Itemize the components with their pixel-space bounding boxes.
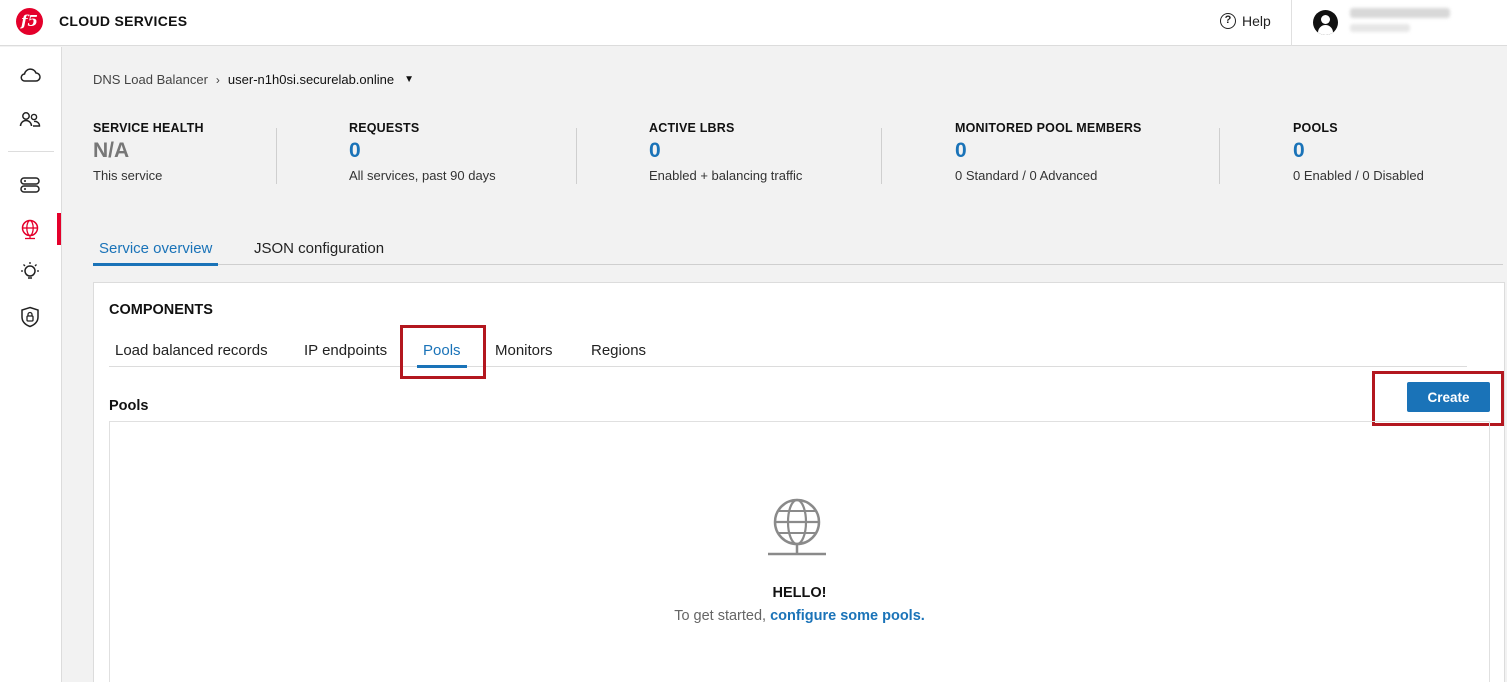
- help-icon: ?: [1220, 13, 1236, 29]
- sidebar-divider: [8, 151, 54, 152]
- create-pool-button[interactable]: Create: [1407, 382, 1490, 412]
- bulb-icon: [21, 262, 39, 279]
- components-panel: COMPONENTS Load balanced records IP endp…: [93, 282, 1505, 682]
- tab-monitors[interactable]: Monitors: [489, 342, 559, 365]
- user-org-blurred: [1350, 24, 1410, 32]
- main-tabs: Service overview JSON configuration: [93, 236, 1503, 266]
- help-label: Help: [1242, 13, 1271, 29]
- sidebar-item-insights[interactable]: [0, 255, 60, 289]
- stat-value[interactable]: 0: [1293, 140, 1424, 162]
- stat-sub: 0 Standard / 0 Advanced: [955, 168, 1098, 183]
- stat-sub: Enabled + balancing traffic: [649, 168, 803, 183]
- chevron-right-icon: ›: [215, 72, 220, 87]
- stat-value[interactable]: 0: [349, 140, 496, 162]
- stat-label: POOLS: [1293, 121, 1338, 135]
- sidebar-item-servers[interactable]: [0, 168, 60, 202]
- components-tabs: Load balanced records IP endpoints Pools…: [109, 335, 1467, 368]
- stat-value[interactable]: 0: [649, 140, 802, 162]
- tab-json-configuration[interactable]: JSON configuration: [248, 240, 390, 263]
- caret-down-icon[interactable]: ▼: [404, 74, 414, 85]
- stat-value: N/A: [93, 139, 130, 162]
- user-separator: [1291, 0, 1292, 46]
- user-avatar-icon[interactable]: [1313, 10, 1338, 35]
- components-title: COMPONENTS: [109, 302, 213, 318]
- tab-load-balanced-records[interactable]: Load balanced records: [109, 342, 274, 365]
- stat-label: ACTIVE LBRS: [649, 121, 735, 135]
- stat-value[interactable]: 0: [955, 140, 1142, 162]
- empty-state-title: HELLO!: [772, 585, 827, 601]
- configure-pools-link[interactable]: configure some pools.: [770, 608, 925, 624]
- user-name-blurred[interactable]: [1350, 8, 1450, 18]
- stat-requests: REQUESTS 0 All services, past 90 days: [349, 121, 496, 183]
- sidebar: [0, 47, 62, 682]
- stat-active-lbrs: ACTIVE LBRS 0 Enabled + balancing traffi…: [649, 121, 802, 183]
- top-bar: f5 CLOUD SERVICES ? Help: [0, 0, 1507, 46]
- stat-label: SERVICE HEALTH: [93, 121, 204, 135]
- sidebar-item-dns[interactable]: [0, 212, 61, 246]
- empty-state-hint: To get started, configure some pools.: [110, 608, 1489, 624]
- breadcrumb-root[interactable]: DNS Load Balancer: [93, 72, 208, 87]
- help-link[interactable]: ? Help: [1220, 13, 1271, 29]
- cloud-icon: [20, 68, 41, 82]
- breadcrumb-current: user-n1h0si.securelab.online: [227, 72, 395, 87]
- sidebar-item-security[interactable]: [0, 300, 60, 334]
- server-icon: [20, 177, 40, 193]
- f5-logo[interactable]: f5: [16, 8, 43, 35]
- stat-sub: 0 Enabled / 0 Disabled: [1293, 168, 1424, 183]
- empty-state-text: To get started,: [674, 608, 767, 624]
- pools-section-title: Pools: [109, 398, 149, 414]
- stat-divider: [276, 128, 277, 184]
- stat-label: REQUESTS: [349, 121, 420, 135]
- users-icon: [19, 112, 41, 127]
- brand-title: CLOUD SERVICES: [59, 13, 188, 29]
- tab-ip-endpoints[interactable]: IP endpoints: [298, 342, 393, 365]
- shield-lock-icon: [21, 306, 39, 328]
- stat-label: MONITORED POOL MEMBERS: [955, 121, 1142, 135]
- stat-sub: All services, past 90 days: [349, 168, 496, 183]
- sidebar-active-indicator: [57, 213, 61, 245]
- sidebar-item-cloud[interactable]: [0, 58, 60, 92]
- sidebar-item-users[interactable]: [0, 102, 60, 136]
- globe-icon: [21, 219, 39, 240]
- stat-sub: This service: [93, 168, 163, 183]
- breadcrumb: DNS Load Balancer › user-n1h0si.securela…: [93, 72, 414, 87]
- tab-service-overview[interactable]: Service overview: [93, 240, 219, 266]
- stat-pools: POOLS 0 0 Enabled / 0 Disabled: [1293, 121, 1424, 183]
- globe-icon: [768, 498, 826, 556]
- stat-monitored-pool-members: MONITORED POOL MEMBERS 0 0 Standard / 0 …: [955, 121, 1142, 183]
- stat-service-health: SERVICE HEALTH N/A This service: [93, 121, 204, 183]
- stat-divider: [1219, 128, 1220, 184]
- pools-tab-highlight: [400, 325, 486, 379]
- stat-divider: [881, 128, 882, 184]
- tab-regions[interactable]: Regions: [585, 342, 652, 365]
- pools-empty-state: HELLO! To get started, configure some po…: [109, 421, 1490, 682]
- stat-divider: [576, 128, 577, 184]
